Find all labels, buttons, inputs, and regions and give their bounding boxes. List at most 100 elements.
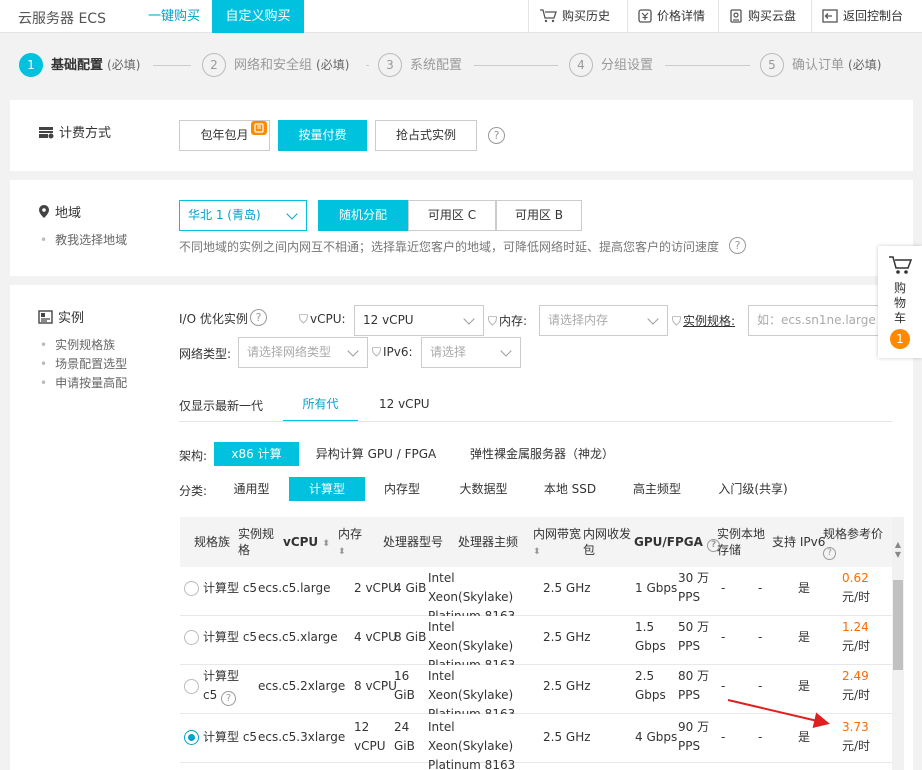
row-radio[interactable] [184,630,199,645]
cell-price: 3.73 元/时 [842,718,888,756]
cell-price: 2.49 元/时 [842,667,888,705]
col-vcpu[interactable]: vCPU ⬍ [283,534,330,552]
price-unit: 元/时 [842,639,871,653]
col-spec[interactable]: 实例规格 [238,526,274,558]
filter-funnel-icon: ⛉ [372,345,382,359]
arch-bare-metal-button[interactable]: 弹性裸金属服务器（神龙） [463,442,621,466]
zone-b-button[interactable]: 可用区 B [496,200,582,231]
zone-c-button[interactable]: 可用区 C [408,200,496,231]
disk-icon [730,9,742,23]
step-progress: 1 基础配置 (必填) 2 网络和安全组 (必填) 3 系统配置 4 分组设置 5 确认订单(… [0,34,922,100]
col-local-storage[interactable]: 实例本地存储 [717,526,767,558]
chevron-down-icon [286,208,298,220]
table-row[interactable]: 计算型 c5 ecs.c5.xlarge 4 vCPU 8 GiB Intel … [180,616,892,672]
step-divider [474,65,558,66]
zone-random-button[interactable]: 随机分配 [318,200,408,231]
io-optimized-text: I/O 优化实例 [179,312,248,326]
price-value: 3.73 [842,720,869,734]
tab-latest-gen[interactable]: 仅显示最新一代 [179,397,263,414]
shopping-cart-widget[interactable]: 购物车 1 [878,246,922,358]
cell-pps: 90 万 PPS [678,720,710,753]
col-cpu-freq[interactable]: 处理器主频 [458,534,518,550]
price-help-icon[interactable]: ? [823,547,836,560]
category-memory-button[interactable]: 内存型 [374,477,430,501]
step-system-config[interactable]: 3 系统配置 [378,53,462,77]
back-to-console-label: 返回控制台 [843,9,904,23]
col-gpu[interactable]: GPU/FPGA ? [634,534,721,552]
col-pps[interactable]: 内网收发包 [583,526,633,558]
category-compute-button[interactable]: 计算型 [289,477,365,501]
cell-family: 计算型 c5 ? [203,667,253,706]
arch-gpu-fpga-button[interactable]: 异构计算 GPU / FPGA [308,442,444,466]
col-family[interactable]: 规格族 [194,534,230,550]
cart-label: 购物车 [893,281,906,325]
io-help-icon[interactable]: ? [250,309,267,326]
tab-custom-buy[interactable]: 自定义购买 [212,0,304,33]
scenario-selection-link[interactable]: 场景配置选型 [40,355,127,374]
spec-search-input[interactable]: 如：ecs.sn1ne.large [748,305,880,336]
tab-quick-buy[interactable]: 一键购买 [136,0,212,33]
cell-family: 计算型 c5 [203,581,258,595]
col-cpu-model[interactable]: 处理器型号 [383,534,443,550]
help-choose-region-link[interactable]: 教我选择地域 [40,231,127,250]
apply-high-config-link[interactable]: 申请按量高配 [40,374,127,393]
category-high-freq-button[interactable]: 高主频型 [624,477,690,501]
instance-family-link[interactable]: 实例规格族 [40,336,127,355]
spec-search-placeholder: 如：ecs.sn1ne.large [757,313,876,327]
buy-disk-link[interactable]: 购买云盘 [718,0,810,33]
billing-help-icon[interactable]: ? [488,127,505,144]
region-select[interactable]: 华北 1 (青岛) [179,200,307,231]
step-network-security[interactable]: 2 网络和安全组 (必填) [202,53,349,77]
col-mem[interactable]: 内存 ⬍ [338,526,370,560]
network-type-text: 网络类型: [179,347,232,361]
category-entry-shared-button[interactable]: 入门级(共享) [712,477,794,501]
row-radio-selected[interactable] [184,730,199,745]
instance-title-text: 实例 [58,311,85,326]
step-confirm-order[interactable]: 5 确认订单 (必填) [760,53,881,77]
billing-preemptible-button[interactable]: 抢占式实例 [375,120,477,151]
step-group-settings[interactable]: 4 分组设置 [569,53,653,77]
col-ipv6[interactable]: 支持 IPv6 [772,534,825,550]
arch-x86-button[interactable]: x86 计算 [214,442,299,466]
col-price[interactable]: 规格参考价 ? [823,526,887,560]
billing-title-text: 计费方式 [59,126,112,141]
price-unit: 元/时 [842,739,871,753]
category-bigdata-button[interactable]: 大数据型 [450,477,517,501]
back-to-console-link[interactable]: 返回控制台 [811,0,922,33]
cell-cpu: Intel Xeon(Skylake) Platinum 8163 [428,720,516,770]
family-help-icon[interactable]: ? [221,691,237,706]
billing-pay-as-you-go-button[interactable]: 按量付费 [278,120,367,151]
network-type-select[interactable]: 请选择网络类型 [238,337,368,368]
filter-funnel-icon: ⛉ [672,314,682,328]
memory-select[interactable]: 请选择内存 [539,305,668,336]
step-required: (必填) [107,58,141,72]
step-basic-config[interactable]: 1 基础配置 (必填) [19,53,140,77]
spec-filter-text[interactable]: 实例规格: [683,314,735,328]
tab-all-gen[interactable]: 所有代 [283,389,358,422]
row-radio[interactable] [184,679,199,694]
table-header: 规格族 实例规格 vCPU ⬍ 内存 ⬍ 处理器型号 处理器主频 内网带宽 ⬍ … [180,517,892,567]
cell-local: - [758,630,763,644]
category-general-button[interactable]: 通用型 [222,477,281,501]
step-number: 1 [19,53,43,77]
scroll-up-icon[interactable]: ▲ [893,540,903,550]
memory-select-placeholder: 请选择内存 [548,313,609,327]
region-help-icon[interactable]: ? [729,237,746,254]
table-row[interactable]: 计算型 c5 ecs.c5.large 2 vCPU 4 GiB Intel X… [180,567,892,623]
price-detail-link[interactable]: 价格详情 [627,0,717,33]
region-select-value: 华北 1 (青岛) [188,208,261,222]
ipv6-select[interactable]: 请选择 [421,337,521,368]
purchase-history-link[interactable]: 购买历史 [528,0,626,33]
tab-12-vcpu[interactable]: 12 vCPU [379,397,430,411]
sort-icon: ⬍ [338,547,346,557]
col-bandwidth[interactable]: 内网带宽 ⬍ [533,526,583,560]
scrollbar-thumb[interactable] [893,580,903,670]
ipv6-filter-text: IPv6: [383,345,413,359]
category-local-ssd-button[interactable]: 本地 SSD [539,477,601,501]
price-unit: 元/时 [842,688,871,702]
row-radio[interactable] [184,581,199,596]
vcpu-select[interactable]: 12 vCPU [354,305,484,336]
step-divider [153,65,191,66]
cell-bandwidth: 1 Gbps [635,581,678,595]
scroll-down-icon[interactable]: ▼ [893,550,903,560]
